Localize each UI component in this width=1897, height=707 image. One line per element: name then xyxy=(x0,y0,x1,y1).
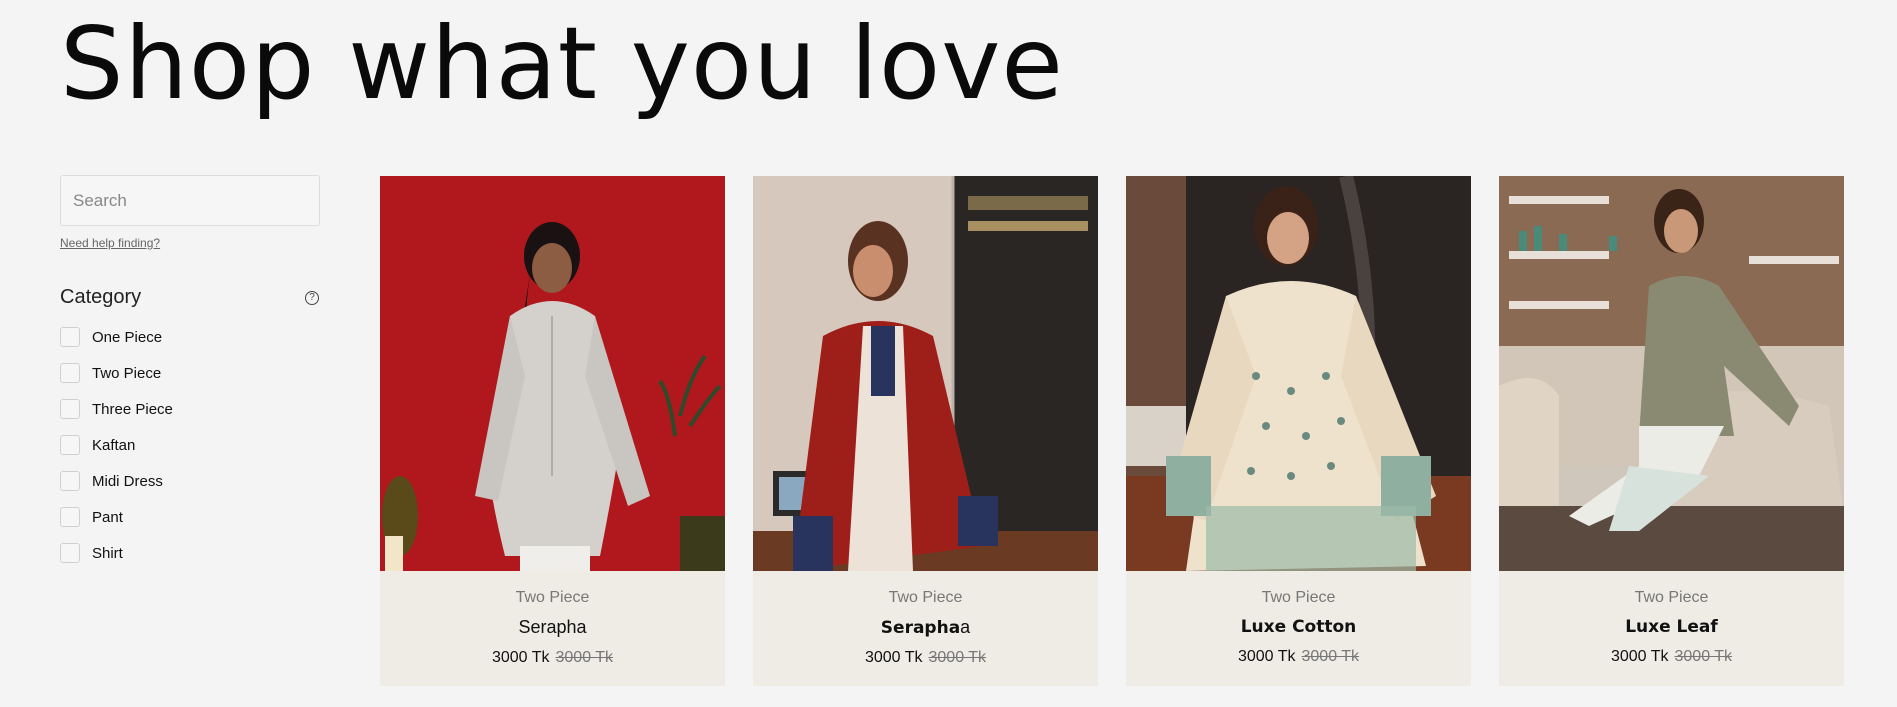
old-price: 3000 Tk xyxy=(928,649,987,666)
old-price: 3000 Tk xyxy=(555,649,614,666)
product-category: Two Piece xyxy=(515,589,590,606)
category-label: Midi Dress xyxy=(92,472,163,490)
product-name-suffix: a xyxy=(960,617,971,637)
product-image[interactable] xyxy=(1499,176,1844,571)
checkbox[interactable] xyxy=(60,363,80,383)
product-name-main: Serapha xyxy=(880,618,961,638)
checkbox[interactable] xyxy=(60,471,80,491)
old-price: 3000 Tk xyxy=(1301,648,1360,665)
current-price: 3000 Tk xyxy=(1237,648,1296,665)
product-card[interactable]: Two Piece Luxe Cotton 3000 Tk 3000 Tk xyxy=(1126,176,1471,686)
category-item-shirt[interactable]: Shirt xyxy=(60,535,320,571)
product-price: 3000 Tk 3000 Tk xyxy=(380,649,725,667)
checkbox[interactable] xyxy=(60,399,80,419)
category-item-midi-dress[interactable]: Midi Dress xyxy=(60,463,320,499)
category-label: Pant xyxy=(92,508,123,526)
category-header: Category ? xyxy=(60,286,320,309)
product-name: Serapha xyxy=(518,617,587,637)
current-price: 3000 Tk xyxy=(491,649,550,666)
category-label: Two Piece xyxy=(92,364,162,382)
question-circle-icon[interactable]: ? xyxy=(305,290,319,305)
category-item-two-piece[interactable]: Two Piece xyxy=(60,355,320,391)
category-item-pant[interactable]: Pant xyxy=(60,499,320,535)
product-image[interactable] xyxy=(753,176,1098,571)
product-image[interactable] xyxy=(1126,176,1471,571)
product-card[interactable]: Two Piece Seraphaa 3000 Tk 3000 Tk xyxy=(753,176,1098,686)
product-card[interactable]: Two Piece Luxe Leaf 3000 Tk 3000 Tk xyxy=(1499,176,1844,686)
product-category: Two Piece xyxy=(1261,589,1336,606)
product-name: Seraphaa xyxy=(753,617,1098,638)
product-category: Two Piece xyxy=(1634,589,1709,606)
checkbox[interactable] xyxy=(60,435,80,455)
product-category: Two Piece xyxy=(888,589,963,606)
checkbox[interactable] xyxy=(60,543,80,563)
checkbox[interactable] xyxy=(60,327,80,347)
old-price: 3000 Tk xyxy=(1674,648,1733,665)
search-input[interactable] xyxy=(60,175,320,226)
product-name: Luxe Cotton xyxy=(1240,617,1357,637)
product-card[interactable]: Two Piece Serapha 3000 Tk 3000 Tk xyxy=(380,176,725,686)
category-item-three-piece[interactable]: Three Piece xyxy=(60,391,320,427)
product-grid: Two Piece Serapha 3000 Tk 3000 Tk Two Pi… xyxy=(380,176,1844,686)
category-list: One Piece Two Piece Three Piece Kaftan M… xyxy=(60,319,320,571)
current-price: 3000 Tk xyxy=(1610,648,1669,665)
product-image[interactable] xyxy=(380,176,725,571)
category-item-one-piece[interactable]: One Piece xyxy=(60,319,320,355)
category-label: One Piece xyxy=(92,328,163,346)
help-finding-link[interactable]: Need help finding? xyxy=(60,236,160,250)
category-label: Kaftan xyxy=(92,436,136,454)
product-price: 3000 Tk 3000 Tk xyxy=(753,649,1098,667)
category-title: Category xyxy=(60,286,142,308)
category-label: Three Piece xyxy=(92,400,173,418)
category-item-kaftan[interactable]: Kaftan xyxy=(60,427,320,463)
product-name: Luxe Leaf xyxy=(1625,617,1718,637)
filter-sidebar: Need help finding? Category ? One Piece … xyxy=(60,175,320,571)
page-title: Shop what you love xyxy=(60,5,1064,122)
product-price: 3000 Tk 3000 Tk xyxy=(1499,648,1844,666)
checkbox[interactable] xyxy=(60,507,80,527)
current-price: 3000 Tk xyxy=(864,649,923,666)
product-price: 3000 Tk 3000 Tk xyxy=(1126,648,1471,666)
category-label: Shirt xyxy=(92,544,123,562)
